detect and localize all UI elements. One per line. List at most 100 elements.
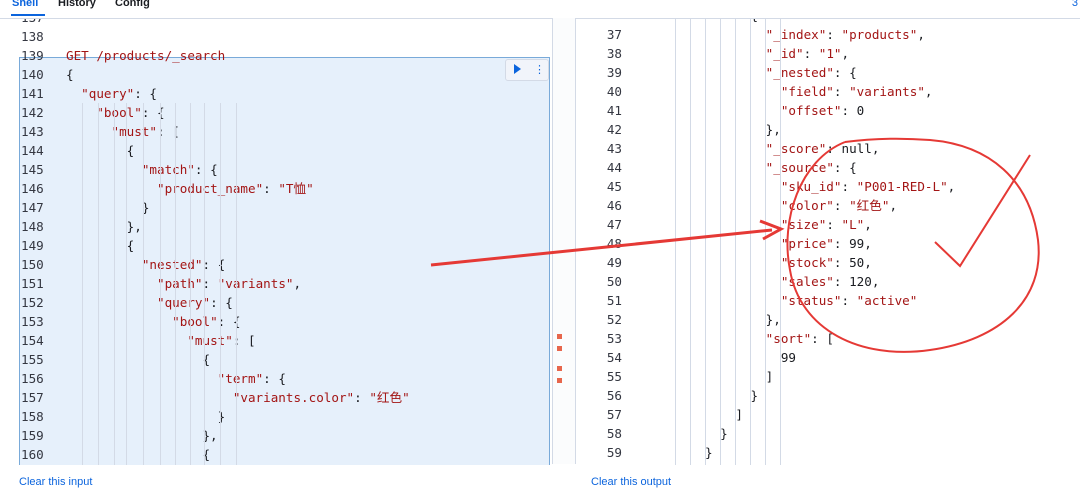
- output-line: 58 }: [576, 424, 1080, 443]
- clear-output-link[interactable]: Clear this output: [591, 476, 671, 488]
- code-text: {: [66, 143, 135, 158]
- output-line: 57 ]: [576, 405, 1080, 424]
- line-number: 151: [21, 276, 44, 291]
- indent-guide: [190, 103, 191, 465]
- code-text: {: [66, 447, 211, 462]
- code-text: "price": 99,: [780, 236, 872, 251]
- warning-marker: [557, 334, 562, 339]
- output-line: 38 "_id": "1",: [576, 44, 1080, 63]
- output-line: 42 },: [576, 120, 1080, 139]
- code-text: }: [66, 200, 150, 215]
- line-number: 159: [21, 428, 44, 443]
- corner-label: 3: [1071, 0, 1078, 9]
- code-text: ]: [614, 407, 743, 422]
- code-text: {: [66, 352, 211, 367]
- output-line: 48 "price": 99,: [576, 234, 1080, 253]
- line-number: 148: [21, 219, 44, 234]
- indent-guide: [98, 103, 99, 465]
- indent-guide: [126, 103, 127, 465]
- code-text: "must": [: [111, 124, 180, 139]
- line-number: 157: [21, 390, 44, 405]
- line-number: 150: [21, 257, 44, 272]
- code-text: GET /products/_search: [66, 48, 226, 63]
- line-number: 143: [21, 124, 44, 139]
- input-line[interactable]: 137: [0, 19, 552, 27]
- code-text: "path": "variants",: [157, 276, 302, 291]
- output-line: 51 "status": "active": [576, 291, 1080, 310]
- output-line: 52 },: [576, 310, 1080, 329]
- input-footer: Clear this input: [0, 464, 552, 496]
- line-number: 156: [21, 371, 44, 386]
- code-text: }: [614, 426, 728, 441]
- code-text: "variants.color": "红色": [232, 390, 410, 405]
- output-line: 47 "size": "L",: [576, 215, 1080, 234]
- code-text: "_score": null,: [765, 141, 880, 156]
- pane-divider[interactable]: [552, 18, 576, 464]
- input-line[interactable]: 141 "query": {: [0, 84, 552, 103]
- output-line: 43 "_score": null,: [576, 139, 1080, 158]
- output-line: 41 "offset": 0: [576, 101, 1080, 120]
- indent-guide: [114, 103, 115, 465]
- warning-marker: [557, 378, 562, 383]
- indent-guide: [160, 103, 161, 465]
- tab-config[interactable]: Config: [115, 0, 150, 9]
- output-line: 44 "_source": {: [576, 158, 1080, 177]
- input-line[interactable]: 138: [0, 27, 552, 46]
- output-line: 55 ]: [576, 367, 1080, 386]
- tab-shell[interactable]: Shell: [12, 0, 38, 9]
- line-number: 155: [21, 352, 44, 367]
- output-line: {: [576, 19, 1080, 25]
- code-text: },: [66, 219, 142, 234]
- indent-guide: [143, 103, 144, 465]
- line-number: 139: [21, 48, 44, 63]
- warning-marker: [557, 346, 562, 351]
- code-text: }: [614, 445, 713, 460]
- clear-input-link[interactable]: Clear this input: [19, 476, 92, 488]
- indent-guide: [220, 103, 221, 465]
- indent-guide: [735, 19, 736, 465]
- input-line[interactable]: 139 GET /products/_search: [0, 46, 552, 65]
- code-text: "sort": [: [765, 331, 834, 346]
- input-editor[interactable]: 137 138 139 GET /products/_search 140 {141 "q…: [0, 18, 552, 465]
- output-line: 59 }: [576, 443, 1080, 462]
- active-tab-indicator: [11, 14, 45, 16]
- input-line[interactable]: 140 {: [0, 65, 552, 84]
- code-text: "query": {: [157, 295, 233, 310]
- indent-guide: [236, 103, 237, 465]
- output-line: 40 "field": "variants",: [576, 82, 1080, 101]
- output-line: 49 "stock": 50,: [576, 253, 1080, 272]
- output-line: 54 99: [576, 348, 1080, 367]
- code-text: "_index": "products",: [765, 27, 925, 42]
- indent-guide: [765, 19, 766, 465]
- output-viewer[interactable]: {37 "_index": "products",38 "_id": "1",3…: [576, 18, 1080, 465]
- line-number: 146: [21, 181, 44, 196]
- code-text: "field": "variants",: [780, 84, 933, 99]
- line-number: 160: [21, 447, 44, 462]
- line-number: 141: [21, 86, 44, 101]
- line-number: 147: [21, 200, 44, 215]
- code-text: }: [614, 388, 759, 403]
- code-text: "query": {: [81, 86, 158, 101]
- code-text: "sales": 120,: [780, 274, 880, 289]
- code-text: "bool": {: [96, 105, 165, 120]
- code-text: "sku_id": "P001-RED-L",: [780, 179, 956, 194]
- line-number: 144: [21, 143, 44, 158]
- code-text: {: [66, 67, 74, 82]
- indent-guide: [750, 19, 751, 465]
- output-line: 39 "_nested": {: [576, 63, 1080, 82]
- output-line: 45 "sku_id": "P001-RED-L",: [576, 177, 1080, 196]
- code-text: },: [66, 428, 218, 443]
- indent-guide: [780, 19, 781, 465]
- code-text: "_id": "1",: [765, 46, 850, 61]
- output-footer: Clear this output: [576, 464, 1080, 496]
- tab-history[interactable]: History: [58, 0, 96, 9]
- line-number: 154: [21, 333, 44, 348]
- wrench-icon[interactable]: ⋮: [534, 63, 545, 76]
- play-icon[interactable]: [514, 64, 521, 74]
- code-text: {: [66, 238, 135, 253]
- code-text: "nested": {: [141, 257, 226, 272]
- output-line: 37 "_index": "products",: [576, 25, 1080, 44]
- indent-guide: [675, 19, 676, 465]
- code-text: "stock": 50,: [780, 255, 872, 270]
- code-text: "size": "L",: [780, 217, 872, 232]
